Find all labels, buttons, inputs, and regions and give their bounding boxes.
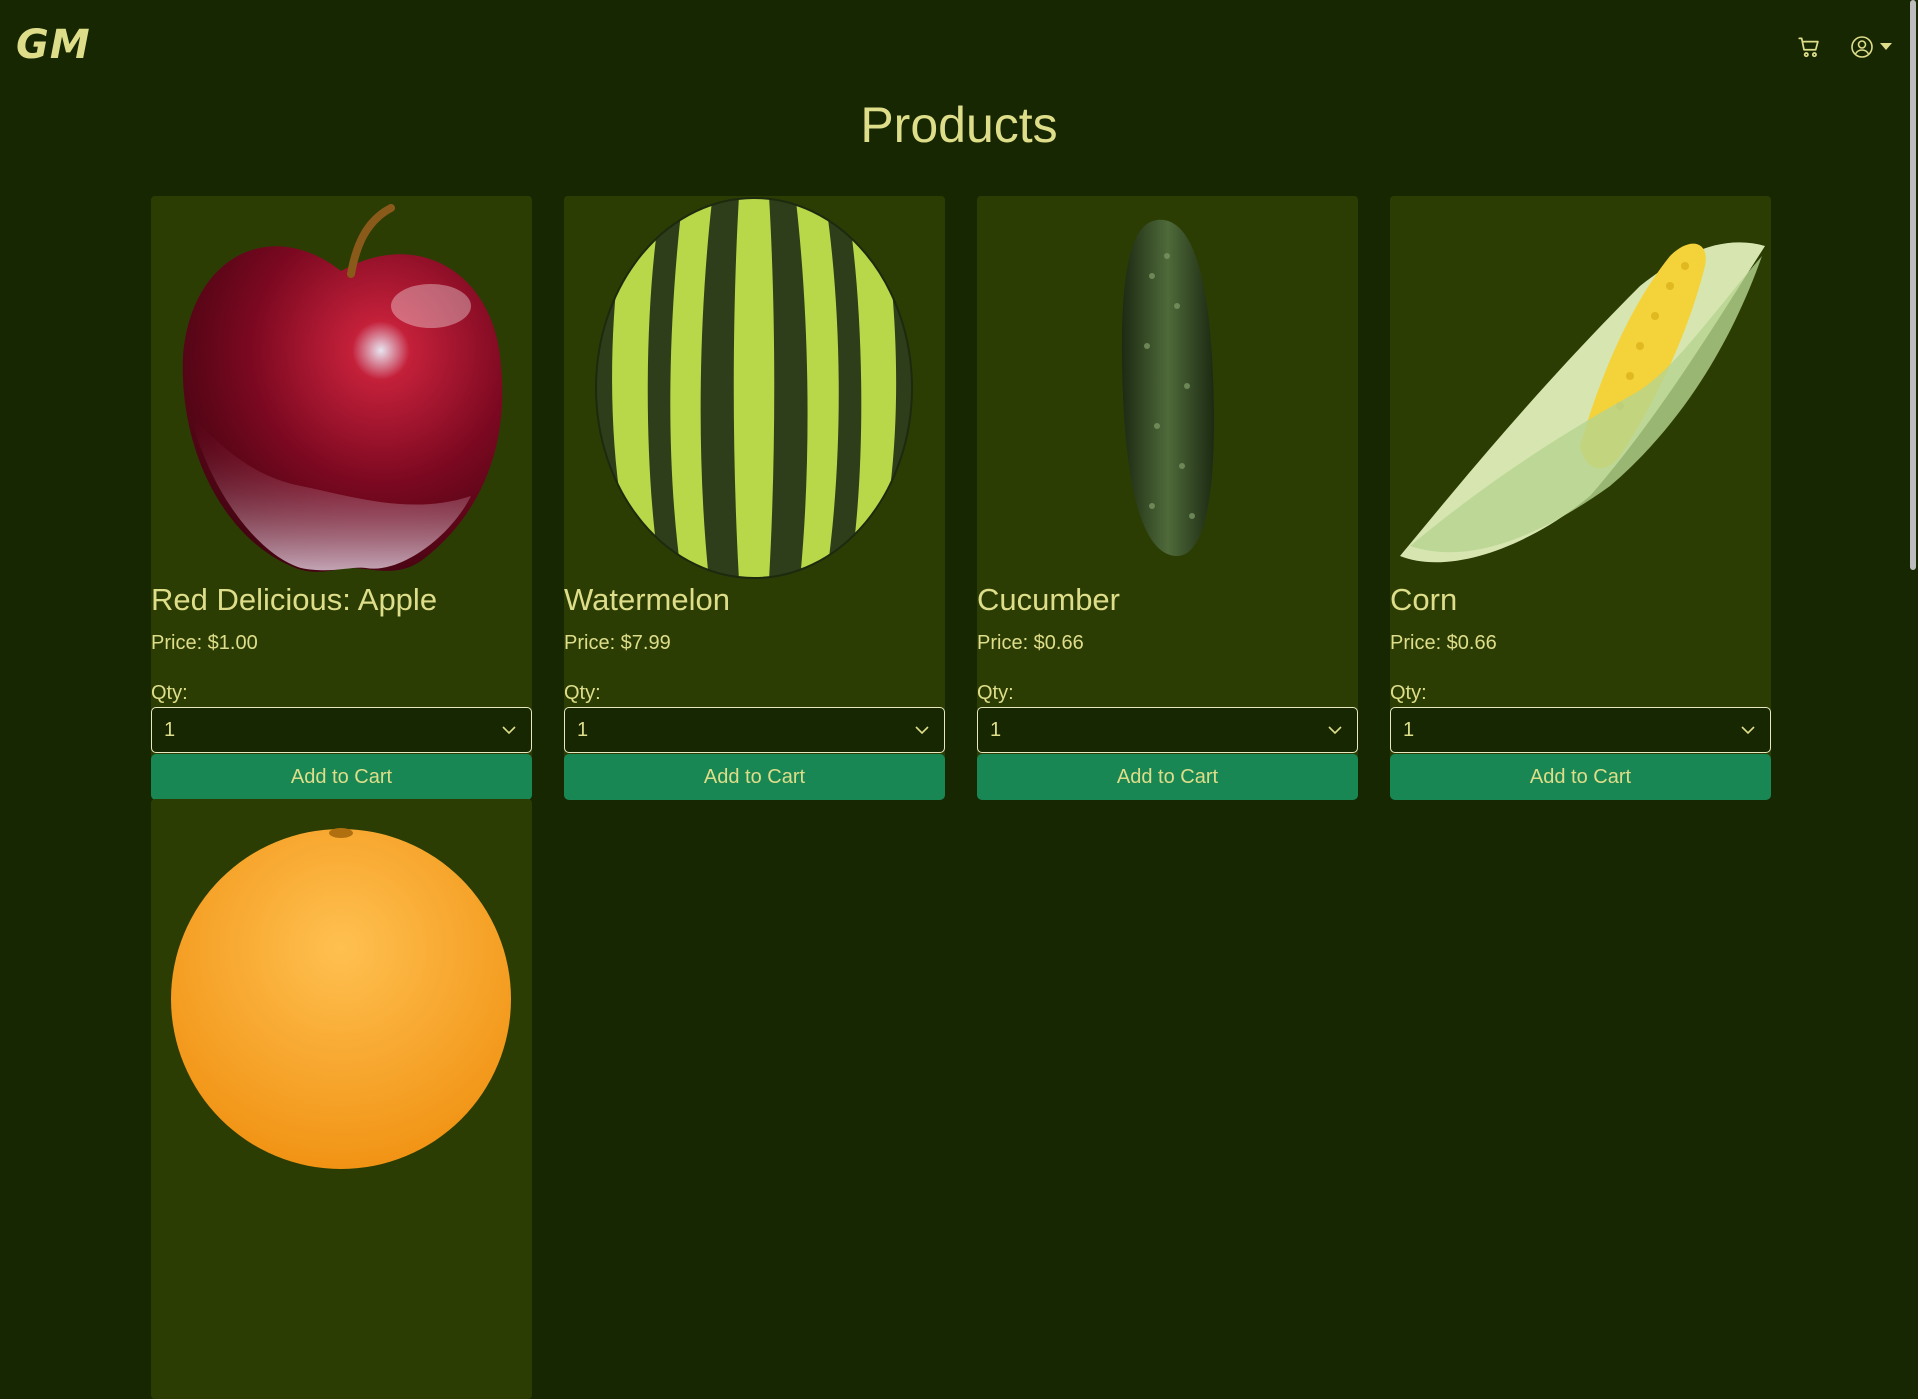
nav-icons bbox=[1796, 34, 1892, 60]
product-image bbox=[151, 196, 532, 580]
orange-image bbox=[171, 828, 511, 1169]
chevron-down-icon bbox=[1328, 726, 1342, 735]
caret-down-icon bbox=[1880, 43, 1892, 50]
product-card: Corn Price: $0.66 Qty: 1 Add to Cart bbox=[1390, 196, 1771, 800]
product-price: Price: $7.99 bbox=[564, 632, 671, 654]
product-card: Red Delicious: Apple Price: $1.00 Qty: 1… bbox=[151, 196, 532, 800]
qty-select[interactable]: 1 bbox=[151, 707, 532, 753]
brand-logo[interactable]: GM bbox=[16, 22, 91, 68]
product-card: Cucumber Price: $0.66 Qty: 1 Add to Cart bbox=[977, 196, 1358, 800]
product-image bbox=[1390, 196, 1771, 580]
cucumber-image bbox=[1121, 219, 1214, 556]
shopping-cart-icon[interactable] bbox=[1796, 34, 1822, 60]
product-price: Price: $1.00 bbox=[151, 632, 258, 654]
product-image bbox=[977, 196, 1358, 580]
product-name: Cucumber bbox=[977, 582, 1120, 617]
qty-label: Qty: bbox=[1390, 682, 1427, 704]
qty-select[interactable]: 1 bbox=[1390, 707, 1771, 753]
chevron-down-icon bbox=[502, 726, 516, 735]
qty-select[interactable]: 1 bbox=[977, 707, 1358, 753]
qty-value: 1 bbox=[1403, 718, 1415, 741]
chevron-down-icon bbox=[915, 726, 929, 735]
chevron-down-icon bbox=[1741, 726, 1755, 735]
watermelon-image bbox=[595, 197, 913, 579]
corn-image bbox=[1400, 242, 1765, 563]
product-price: Price: $0.66 bbox=[1390, 632, 1497, 654]
qty-label: Qty: bbox=[564, 682, 601, 704]
product-name: Corn bbox=[1390, 582, 1458, 617]
product-card: Watermelon Price: $7.99 Qty: 1 Add to Ca… bbox=[564, 196, 945, 800]
product-card bbox=[151, 799, 532, 1399]
add-to-cart-button[interactable]: Add to Cart bbox=[977, 754, 1358, 800]
product-name: Red Delicious: Apple bbox=[151, 582, 438, 617]
add-to-cart-button[interactable]: Add to Cart bbox=[1390, 754, 1771, 800]
product-name: Watermelon bbox=[564, 582, 730, 617]
qty-value: 1 bbox=[164, 718, 176, 741]
apple-image bbox=[182, 204, 503, 572]
add-to-cart-button[interactable]: Add to Cart bbox=[151, 754, 532, 800]
qty-value: 1 bbox=[990, 718, 1002, 741]
navbar: GM bbox=[0, 0, 1918, 96]
product-price: Price: $0.66 bbox=[977, 632, 1084, 654]
qty-value: 1 bbox=[577, 718, 589, 741]
qty-label: Qty: bbox=[977, 682, 1014, 704]
user-menu-dropdown[interactable] bbox=[1850, 35, 1892, 59]
product-grid: Red Delicious: Apple Price: $1.00 Qty: 1… bbox=[151, 196, 1771, 1399]
scrollbar[interactable] bbox=[1906, 0, 1916, 911]
qty-label: Qty: bbox=[151, 682, 188, 704]
scrollbar-thumb[interactable] bbox=[1910, 0, 1916, 570]
add-to-cart-button[interactable]: Add to Cart bbox=[564, 754, 945, 800]
product-image bbox=[151, 799, 532, 1183]
user-circle-icon bbox=[1851, 36, 1873, 58]
qty-select[interactable]: 1 bbox=[564, 707, 945, 753]
product-image bbox=[564, 196, 945, 580]
page-title: Products bbox=[860, 97, 1058, 153]
